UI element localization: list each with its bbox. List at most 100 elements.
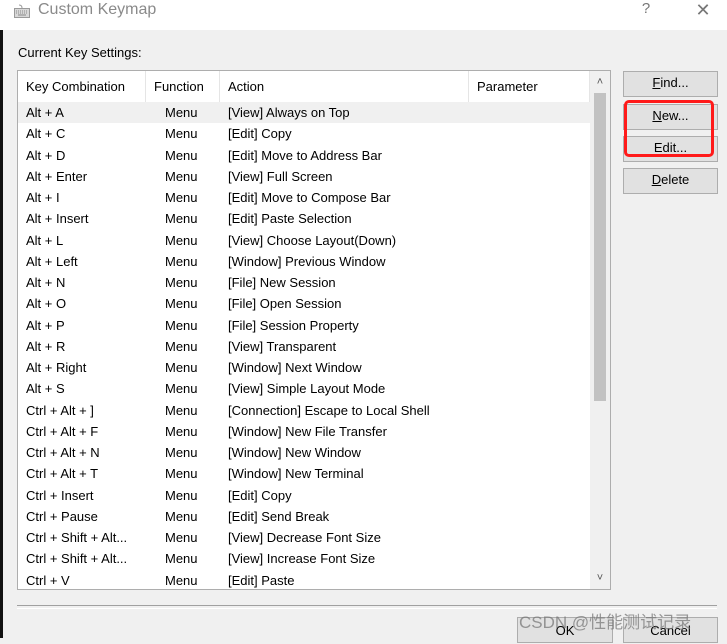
table-row[interactable]: Alt + L Menu [View] Choose Layout(Down) bbox=[18, 230, 590, 251]
function-cell: Menu bbox=[165, 551, 198, 567]
column-header-key-combination[interactable]: Key Combination bbox=[18, 71, 146, 102]
action-cell: [Window] New Terminal bbox=[228, 466, 364, 482]
key-combination-cell: Alt + D bbox=[26, 147, 66, 163]
table-row[interactable]: Alt + A Menu [View] Always on Top bbox=[18, 102, 590, 124]
table-row[interactable]: Alt + Right Menu [Window] Next Window bbox=[18, 357, 590, 378]
table-row[interactable]: Ctrl + Alt + ] Menu [Connection] Escape to… bbox=[18, 400, 590, 421]
key-combination-cell: Ctrl + Alt + T bbox=[26, 466, 99, 482]
action-cell: [Window] Previous Window bbox=[228, 253, 386, 269]
key-combination-cell: Ctrl + Shift + Alt... bbox=[26, 551, 128, 567]
table-row[interactable]: Ctrl + Alt + T Menu [Window] New Terminal bbox=[18, 463, 590, 484]
table-row[interactable]: Alt + S Menu [View] Simple Layout Mode bbox=[18, 378, 590, 399]
table-row[interactable]: Ctrl + V Menu [Edit] Paste bbox=[18, 570, 590, 590]
close-button[interactable]: ✕ bbox=[690, 0, 716, 22]
function-cell: Menu bbox=[165, 487, 198, 503]
table-row[interactable]: Ctrl + Alt + F Menu [Window] New File Tran… bbox=[18, 421, 590, 442]
ok-button[interactable]: OK bbox=[517, 617, 613, 643]
function-cell: Menu bbox=[165, 530, 198, 545]
action-cell: [Edit] Paste bbox=[228, 572, 295, 588]
action-cell: [View] Decrease Font Size bbox=[228, 530, 381, 545]
column-header-action[interactable]: Action bbox=[220, 71, 469, 102]
key-combination-cell: Ctrl + Alt + F bbox=[26, 423, 99, 439]
table-row[interactable]: Alt + Insert Menu [Edit] Paste Selection bbox=[18, 208, 590, 229]
action-cell: [View] Transparent bbox=[228, 338, 337, 354]
action-cell: [Edit] Copy bbox=[228, 126, 292, 142]
key-combination-cell: Alt + P bbox=[26, 317, 65, 333]
action-cell: [Window] Next Window bbox=[228, 360, 362, 375]
function-cell: Menu bbox=[165, 508, 198, 524]
new-label: ew... bbox=[661, 108, 689, 123]
table-row[interactable]: Alt + N Menu [File] New Session bbox=[18, 272, 590, 293]
key-combination-cell: Alt + A bbox=[26, 105, 64, 120]
function-cell: Menu bbox=[165, 423, 198, 439]
table-row[interactable]: Ctrl + Alt + N Menu [Window] New Window bbox=[18, 442, 590, 463]
function-cell: Menu bbox=[165, 445, 198, 460]
key-combination-cell: Alt + L bbox=[26, 232, 64, 248]
key-combination-cell: Alt + R bbox=[26, 338, 66, 354]
table-row[interactable]: Ctrl + Insert Menu [Edit] Copy bbox=[18, 485, 590, 506]
function-cell: Menu bbox=[165, 466, 198, 482]
action-cell: [Edit] Paste Selection bbox=[228, 211, 352, 227]
table-row[interactable]: Ctrl + Shift + Alt... Menu [View] Increase… bbox=[18, 548, 590, 569]
action-cell: [View] Simple Layout Mode bbox=[228, 381, 386, 397]
action-cell: [Connection] Escape to Local Shell bbox=[228, 402, 430, 418]
delete-button[interactable]: Delete bbox=[623, 168, 718, 194]
action-cell: [View] Increase Font Size bbox=[228, 551, 376, 567]
function-cell: Menu bbox=[165, 317, 198, 333]
action-cell: [Edit] Move to Compose Bar bbox=[228, 190, 391, 205]
window-edge bbox=[0, 30, 3, 638]
table-row[interactable]: Alt + I Menu [Edit] Move to Compose Bar bbox=[18, 187, 590, 208]
action-cell: [Window] New File Transfer bbox=[228, 423, 387, 439]
list-header: Key Combination Function Action Paramete… bbox=[18, 71, 590, 102]
table-row[interactable]: Alt + Left Menu [Window] Previous Window bbox=[18, 251, 590, 272]
column-header-parameter[interactable]: Parameter bbox=[469, 71, 590, 102]
new-button[interactable]: New... bbox=[623, 104, 718, 130]
scroll-up-icon[interactable]: ˄ bbox=[590, 71, 610, 93]
function-cell: Menu bbox=[165, 275, 198, 290]
key-combination-cell: Alt + C bbox=[26, 126, 66, 142]
function-cell: Menu bbox=[165, 338, 198, 354]
scrollbar-thumb[interactable] bbox=[594, 93, 606, 402]
key-combination-cell: Ctrl + Insert bbox=[26, 487, 94, 503]
action-cell: [View] Choose Layout(Down) bbox=[228, 232, 397, 248]
list-rows: Alt + A Menu [View] Always on Top Alt + C Me… bbox=[18, 102, 590, 590]
function-cell: Menu bbox=[165, 402, 198, 418]
find-button[interactable]: Find... bbox=[623, 71, 718, 97]
function-cell: Menu bbox=[165, 232, 198, 248]
key-combination-cell: Alt + Insert bbox=[26, 211, 89, 227]
function-cell: Menu bbox=[165, 147, 198, 163]
function-cell: Menu bbox=[165, 572, 198, 588]
key-combination-cell: Ctrl + V bbox=[26, 572, 70, 588]
table-row[interactable]: Ctrl + Pause Menu [Edit] Send Break bbox=[18, 506, 590, 527]
action-cell: [File] Session Property bbox=[228, 317, 359, 333]
delete-label: elete bbox=[661, 172, 690, 187]
key-combination-cell: Alt + O bbox=[26, 296, 67, 312]
key-combination-cell: Alt + Left bbox=[26, 253, 78, 269]
help-button[interactable]: ? bbox=[636, 0, 656, 20]
function-cell: Menu bbox=[165, 168, 198, 184]
cancel-button[interactable]: Cancel bbox=[623, 617, 718, 643]
scroll-down-icon[interactable]: ˅ bbox=[590, 567, 610, 589]
function-cell: Menu bbox=[165, 381, 198, 397]
action-cell: [Edit] Send Break bbox=[228, 508, 330, 524]
table-row[interactable]: Alt + D Menu [Edit] Move to Address Bar bbox=[18, 145, 590, 166]
separator bbox=[17, 605, 717, 609]
action-cell: [Edit] Move to Address Bar bbox=[228, 147, 382, 163]
function-cell: Menu bbox=[165, 253, 198, 269]
table-row[interactable]: Alt + Enter Menu [View] Full Screen bbox=[18, 166, 590, 187]
column-header-function[interactable]: Function bbox=[146, 71, 220, 102]
action-cell: [View] Full Screen bbox=[228, 168, 333, 184]
table-row[interactable]: Alt + R Menu [View] Transparent bbox=[18, 336, 590, 357]
table-row[interactable]: Alt + P Menu [File] Session Property bbox=[18, 315, 590, 336]
table-row[interactable]: Ctrl + Shift + Alt... Menu [View] Decrease… bbox=[18, 527, 590, 548]
delete-mnemonic: D bbox=[651, 172, 662, 187]
find-label: ind... bbox=[660, 75, 689, 90]
table-row[interactable]: Alt + C Menu [Edit] Copy bbox=[18, 123, 590, 144]
key-combination-cell: Ctrl + Alt + N bbox=[26, 445, 100, 460]
key-combination-cell: Alt + I bbox=[26, 190, 60, 205]
key-settings-list[interactable]: Key Combination Function Action Paramete… bbox=[17, 70, 611, 590]
key-combination-cell: Ctrl + Shift + Alt... bbox=[26, 530, 128, 545]
vertical-scrollbar[interactable]: ˄ ˅ bbox=[590, 71, 610, 589]
edit-button[interactable]: Edit... bbox=[623, 136, 718, 162]
table-row[interactable]: Alt + O Menu [File] Open Session bbox=[18, 293, 590, 314]
